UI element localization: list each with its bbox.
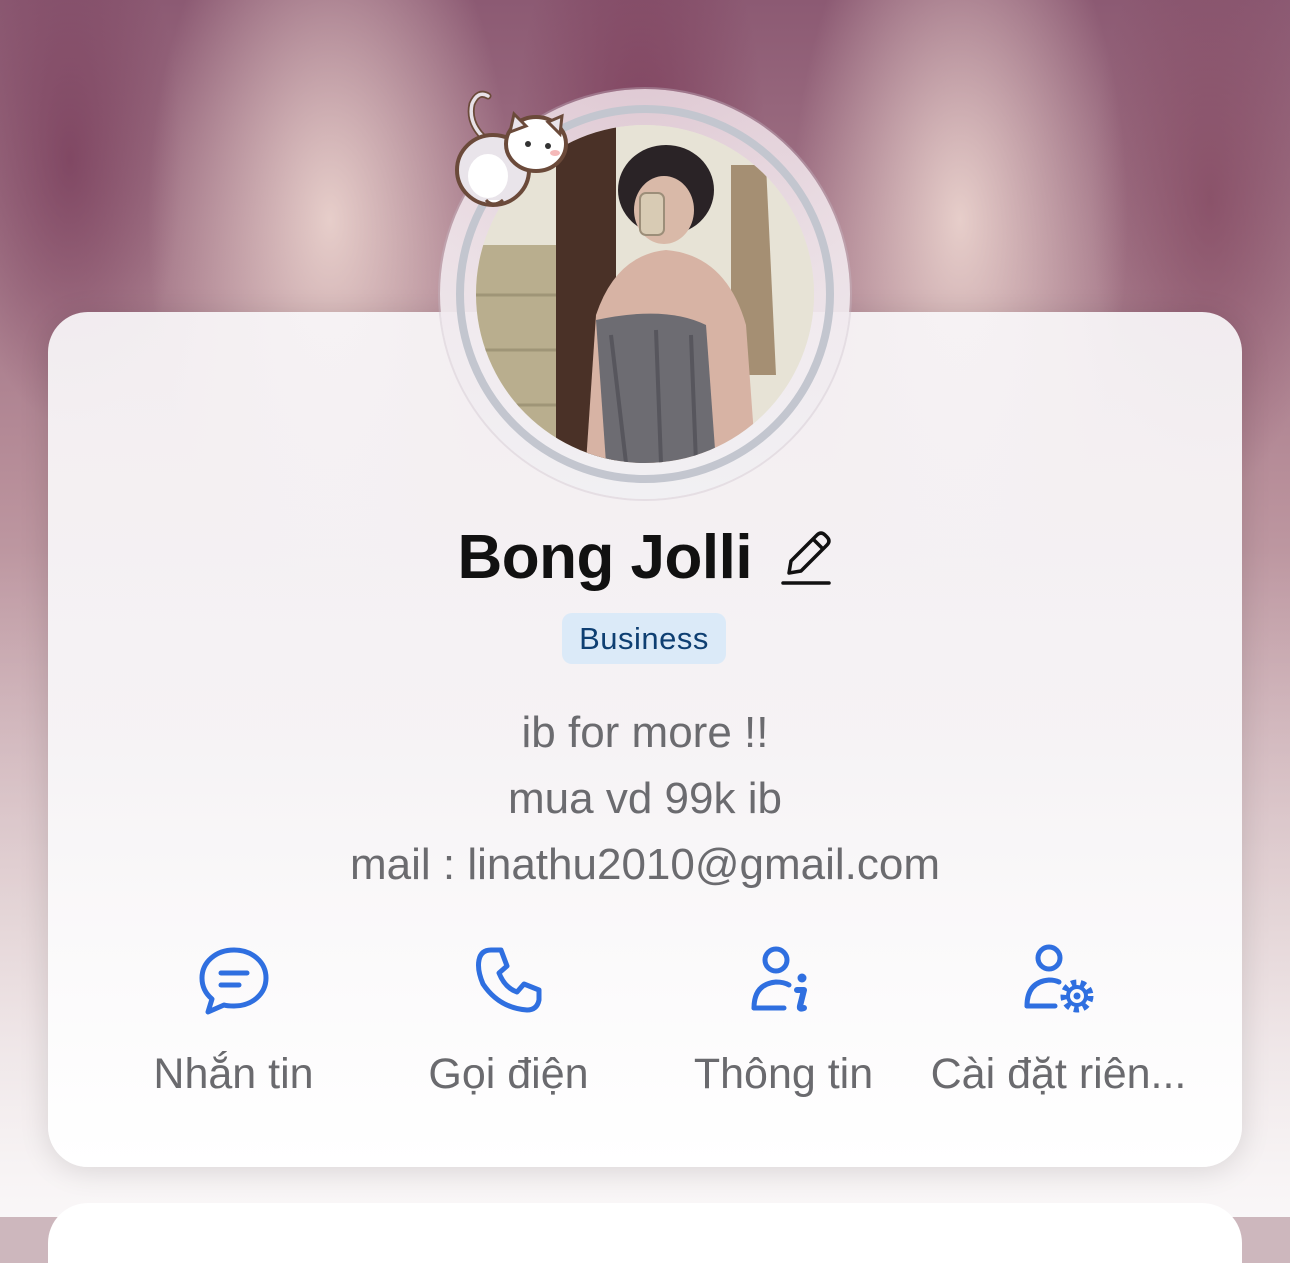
call-button[interactable]: Gọi điện	[371, 940, 646, 1110]
user-settings-icon	[1024, 944, 1093, 1013]
user-info-icon	[751, 946, 807, 1012]
message-button[interactable]: Nhắn tin	[96, 940, 371, 1110]
private-settings-label: Cài đặt riên...	[930, 1050, 1187, 1098]
call-label: Gọi điện	[428, 1050, 589, 1098]
chat-bubble-icon	[199, 947, 268, 1015]
phone-icon	[475, 947, 541, 1013]
profile-name: Bong Jolli	[457, 523, 753, 592]
bio-line: mua vd 99k ib	[508, 774, 782, 823]
profile-bio: ib for more !! mua vd 99k ib mail : lina…	[0, 700, 1290, 898]
message-label: Nhắn tin	[153, 1050, 314, 1098]
cat-sticker-icon	[455, 90, 568, 207]
info-button[interactable]: Thông tin	[646, 940, 921, 1110]
business-badge: Business	[562, 613, 726, 664]
pencil-edit-icon[interactable]	[779, 527, 833, 589]
action-bar: Nhắn tin Gọi điện Thông tin Cài đặt riên…	[96, 940, 1196, 1120]
next-section-card	[48, 1203, 1242, 1263]
name-row: Bong Jolli	[0, 522, 1290, 593]
bio-line: mail : linathu2010@gmail.com	[349, 840, 941, 889]
bio-line: ib for more !!	[521, 708, 769, 757]
private-settings-button[interactable]: Cài đặt riên...	[921, 940, 1196, 1110]
info-label: Thông tin	[693, 1050, 874, 1098]
